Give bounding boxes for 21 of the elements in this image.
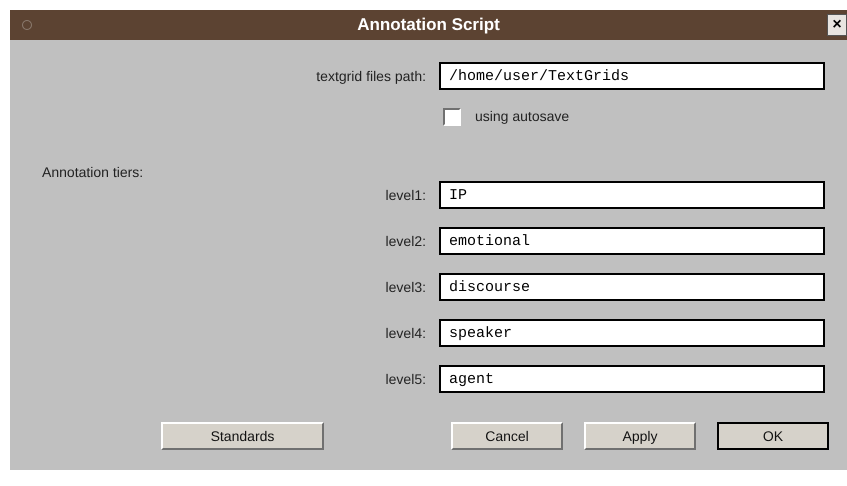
dialog-button[interactable]: Standards bbox=[161, 422, 324, 450]
dialog-button[interactable]: Apply bbox=[584, 422, 696, 450]
field-label: level3: bbox=[384, 278, 427, 296]
checkbox[interactable] bbox=[443, 108, 461, 126]
input-field[interactable]: IP bbox=[439, 181, 825, 209]
dialog-button[interactable]: Cancel bbox=[451, 422, 563, 450]
input-field[interactable]: emotional bbox=[439, 227, 825, 255]
input-field[interactable]: discourse bbox=[439, 273, 825, 301]
field-label: level1: bbox=[384, 186, 427, 204]
dialog-button[interactable]: OK bbox=[717, 422, 829, 450]
field-label: level4: bbox=[384, 324, 427, 342]
close-button[interactable]: × bbox=[827, 14, 847, 36]
field-label: level2: bbox=[384, 232, 427, 250]
input-field[interactable]: agent bbox=[439, 365, 825, 393]
checkbox-label: using autosave bbox=[475, 107, 570, 126]
section-heading: Annotation tiers: bbox=[42, 163, 144, 181]
input-field[interactable]: /home/user/TextGrids bbox=[439, 62, 825, 90]
window-title: Annotation Script bbox=[357, 14, 500, 36]
field-label: level5: bbox=[384, 370, 427, 388]
input-field[interactable]: speaker bbox=[439, 319, 825, 347]
field-label: textgrid files path: bbox=[315, 66, 427, 86]
